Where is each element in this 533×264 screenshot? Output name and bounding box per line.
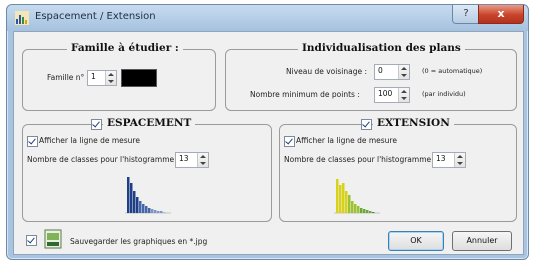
extension-group-title: EXTENSION (373, 117, 454, 129)
extension-classes-label: Nombre de classes pour l'histogramme : (284, 155, 437, 164)
famille-color-swatch[interactable] (121, 69, 157, 87)
espacement-histogram-bar (127, 177, 130, 213)
individualisation-group-title: Individualisation des plans (298, 42, 465, 54)
espacement-group: ESPACEMENT Afficher la ligne de mesure N… (22, 117, 272, 222)
extension-histogram-icon (334, 179, 380, 214)
voisinage-note: (0 = automatique) (422, 67, 483, 75)
window-title: Espacement / Extension (35, 11, 156, 22)
save-label: Sauvegarder les graphiques en *.jpg (70, 237, 208, 246)
ok-button[interactable]: OK (388, 231, 444, 251)
title-bar[interactable]: Espacement / Extension ? x (7, 5, 528, 31)
extension-histogram-bar (336, 179, 339, 213)
image-file-icon (44, 229, 62, 249)
extension-classes-value: 13 (436, 154, 446, 163)
points-spinner[interactable]: 100 (374, 87, 410, 103)
individualisation-group: Individualisation des plans Niveau de vo… (225, 42, 517, 111)
espacement-histogram-bar (148, 208, 151, 213)
famille-value: 1 (91, 72, 96, 81)
famille-label: Famille n° (47, 73, 85, 82)
help-button[interactable]: ? (452, 5, 480, 24)
app-icon (15, 11, 29, 25)
extension-histogram-bar (348, 195, 351, 213)
espacement-classes-spinner[interactable]: 13 (175, 152, 209, 168)
extension-histogram-bar (369, 211, 372, 213)
extension-histogram-bar (366, 210, 369, 213)
extension-histogram-bar (345, 191, 348, 213)
espacement-classes-label: Nombre de classes pour l'histogramme : (27, 155, 180, 164)
espacement-classes-value: 13 (179, 154, 189, 163)
extension-spinner-arrows[interactable] (454, 153, 465, 167)
points-note: (par individu) (422, 90, 466, 98)
save-checkbox[interactable] (26, 235, 37, 246)
extension-group: EXTENSION Afficher la ligne de mesure No… (279, 117, 517, 222)
points-label: Nombre minimum de points : (250, 90, 360, 99)
espacement-histogram-bar (163, 212, 166, 213)
extension-histogram-bar (339, 185, 342, 213)
extension-histogram-bar (360, 208, 363, 213)
espacement-afficher-label: Afficher la ligne de mesure (39, 136, 140, 145)
espacement-histogram-bar (133, 191, 136, 213)
espacement-checkbox[interactable] (91, 119, 102, 130)
extension-histogram-bars (336, 179, 375, 213)
famille-group: Famille à étudier : Famille n° 1 (22, 42, 216, 111)
espacement-histogram-bar (136, 197, 139, 213)
voisinage-spinner[interactable]: 0 (374, 64, 410, 80)
espacement-histogram-bar (157, 211, 160, 213)
famille-spinner[interactable]: 1 (87, 70, 117, 86)
espacement-histogram-bar (151, 209, 154, 213)
extension-afficher-checkbox[interactable] (284, 136, 295, 147)
extension-histogram-bar (342, 183, 345, 213)
espacement-group-title: ESPACEMENT (103, 117, 196, 129)
espacement-spinner-arrows[interactable] (197, 153, 208, 167)
voisinage-label: Niveau de voisinage : (286, 67, 367, 76)
espacement-histogram-bar (130, 183, 133, 213)
cancel-button[interactable]: Annuler (452, 231, 512, 251)
dialog-window: Espacement / Extension ? x Famille à étu… (6, 4, 529, 260)
voisinage-spinner-arrows[interactable] (398, 65, 409, 79)
extension-checkbox[interactable] (361, 119, 372, 130)
extension-histogram-bar (354, 204, 357, 213)
famille-group-title: Famille à étudier : (67, 42, 183, 54)
extension-classes-spinner[interactable]: 13 (432, 152, 466, 168)
famille-spinner-arrows[interactable] (105, 71, 116, 85)
espacement-histogram-bars (127, 177, 166, 213)
voisinage-value: 0 (378, 66, 383, 75)
espacement-histogram-bar (142, 204, 145, 213)
extension-histogram-bar (372, 212, 375, 213)
espacement-histogram-bar (145, 206, 148, 213)
extension-histogram-bar (357, 206, 360, 213)
espacement-histogram-bar (139, 201, 142, 213)
extension-afficher-label: Afficher la ligne de mesure (296, 136, 397, 145)
points-spinner-arrows[interactable] (398, 88, 409, 102)
dialog-content: Famille à étudier : Famille n° 1 Individ… (13, 31, 524, 255)
close-button[interactable]: x (478, 5, 524, 24)
espacement-histogram-bar (160, 211, 163, 213)
points-value: 100 (378, 89, 393, 98)
espacement-afficher-checkbox[interactable] (27, 136, 38, 147)
espacement-histogram-icon (125, 177, 171, 214)
extension-histogram-bar (363, 209, 366, 213)
espacement-histogram-bar (154, 210, 157, 213)
extension-histogram-bar (351, 201, 354, 213)
